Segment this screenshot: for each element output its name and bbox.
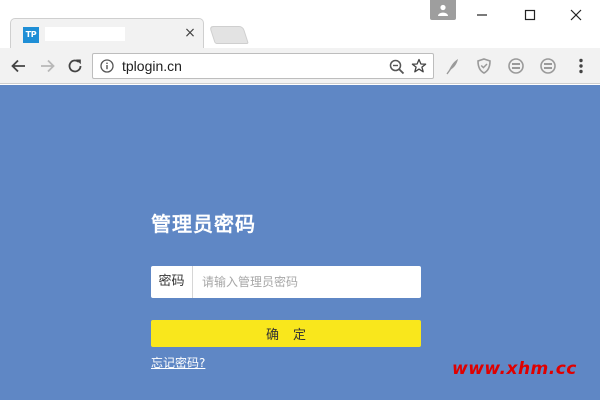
bookmark-star-icon[interactable] <box>411 58 427 74</box>
close-window-button[interactable] <box>552 0 600 30</box>
router-login-page: 管理员密码 密码 确定 忘记密码? www.xhm.cc <box>0 85 600 400</box>
back-button[interactable] <box>9 56 29 76</box>
maximize-button[interactable] <box>506 0 554 30</box>
tab-close-icon[interactable]: × <box>183 25 197 41</box>
password-field[interactable]: 密码 <box>151 266 421 298</box>
close-icon <box>570 9 582 21</box>
password-label: 密码 <box>151 266 193 298</box>
browser-title-bar: TP × <box>0 0 600 48</box>
password-input[interactable] <box>194 266 421 298</box>
forgot-password-link[interactable]: 忘记密码? <box>151 354 205 371</box>
minimize-icon <box>477 14 487 16</box>
new-tab-button[interactable] <box>209 26 249 44</box>
browser-toolbar: tplogin.cn <box>0 48 600 84</box>
extension-feather-icon[interactable] <box>444 57 462 75</box>
minimize-button[interactable] <box>458 0 506 30</box>
arrow-left-icon <box>11 59 25 73</box>
forward-button[interactable] <box>37 56 57 76</box>
url-text[interactable]: tplogin.cn <box>122 57 182 75</box>
extension-shield-icon[interactable] <box>475 57 493 75</box>
profile-button[interactable] <box>430 0 456 20</box>
watermark-text: www.xhm.cc <box>452 359 577 379</box>
tab-title <box>45 27 125 41</box>
reload-icon <box>68 59 82 73</box>
tp-link-favicon-icon: TP <box>23 27 39 43</box>
person-icon <box>438 4 448 16</box>
zoom-out-icon[interactable] <box>389 59 405 75</box>
browser-tab[interactable]: TP × <box>10 18 204 48</box>
kebab-menu-icon[interactable] <box>574 57 588 75</box>
reload-button[interactable] <box>65 56 85 76</box>
maximize-icon <box>524 9 536 21</box>
extension-circle-icon[interactable] <box>507 57 525 75</box>
confirm-button[interactable]: 确定 <box>151 320 421 347</box>
info-icon[interactable] <box>100 59 114 73</box>
address-bar[interactable]: tplogin.cn <box>92 53 434 79</box>
arrow-right-icon <box>41 59 55 73</box>
extension-circle-icon-2[interactable] <box>539 57 557 75</box>
page-title: 管理员密码 <box>151 212 256 236</box>
